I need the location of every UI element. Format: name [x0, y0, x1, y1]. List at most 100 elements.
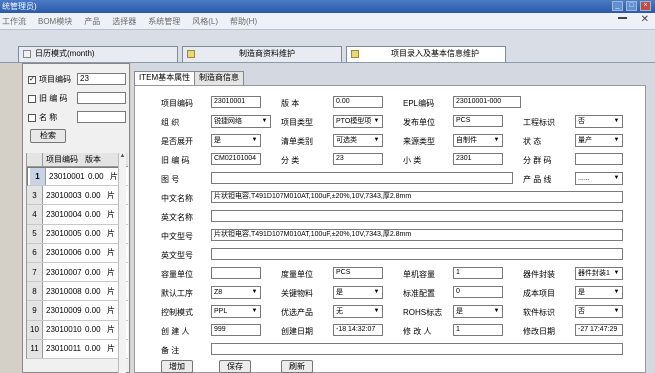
- tab-manufacturer[interactable]: 制造商资料维护: [182, 46, 342, 62]
- menu-product[interactable]: 产品: [84, 16, 100, 27]
- table-row[interactable]: 9 23010009 0.00 片: [27, 301, 128, 321]
- grid-header: 项目编码 版本: [27, 153, 128, 167]
- old-code-checkbox[interactable]: [28, 94, 36, 103]
- list-label: 清单类别: [281, 137, 313, 146]
- split-code-label: 分 群 码: [523, 156, 552, 165]
- grid-header-version[interactable]: 版本: [83, 154, 107, 165]
- grid-cell-extra: 片: [107, 229, 115, 239]
- scroll-up-icon[interactable]: ▲: [119, 153, 126, 159]
- code-checkbox[interactable]: ✓: [28, 75, 36, 84]
- control-mode-select[interactable]: PPL ▼: [211, 305, 261, 318]
- table-row[interactable]: 1 23010001 0.00 片: [27, 167, 121, 187]
- small-class-field[interactable]: 2301: [453, 153, 503, 165]
- tab-manufacturer-info[interactable]: 制造商信息: [194, 71, 244, 85]
- table-row[interactable]: 11 23010011 0.00 片: [27, 339, 128, 359]
- mdi-minimize-icon[interactable]: [618, 17, 627, 23]
- save-button[interactable]: 保存: [219, 360, 251, 373]
- name-checkbox[interactable]: [28, 113, 36, 122]
- cn-name-field[interactable]: 片状钽电容,T491D107M010AT,100uF,±20%,10V,7343…: [211, 191, 623, 203]
- menu-system[interactable]: 系统管理: [148, 16, 180, 27]
- version-field[interactable]: 0.00: [333, 96, 383, 108]
- split-code-field[interactable]: [575, 153, 623, 165]
- minimize-button[interactable]: _: [612, 1, 623, 11]
- cap-unit-field[interactable]: [211, 267, 261, 279]
- package-label: 器件封装: [523, 270, 555, 279]
- grid-row-number: 11: [27, 339, 43, 358]
- code-filter-row: ✓ 项目编码: [28, 73, 71, 86]
- group-select[interactable]: 锐捷网络 ▼: [211, 115, 271, 128]
- preferred-select[interactable]: 无 ▼: [333, 305, 383, 318]
- package-select[interactable]: 器件封装1 ▼: [575, 267, 623, 280]
- menu-workflow[interactable]: 工作流: [2, 16, 26, 27]
- process-select[interactable]: Z8 ▼: [211, 286, 261, 299]
- tab-item-attributes[interactable]: ITEM基本属性: [134, 71, 196, 85]
- single-cap-label: 单机容量: [403, 270, 435, 279]
- name-filter-row: 名 称: [28, 111, 57, 124]
- grid-cell-extra: 片: [107, 286, 115, 296]
- add-button[interactable]: 增加: [161, 360, 193, 373]
- grid-header-code[interactable]: 项目编码: [43, 154, 83, 165]
- cn-model-field[interactable]: 片状钽电容,T491D107M010AT,100uF,±20%,10V,7343…: [211, 229, 623, 241]
- grid-scrollbar[interactable]: ▲: [118, 153, 126, 373]
- std-config-field[interactable]: 0: [453, 286, 503, 298]
- table-row[interactable]: 6 23010006 0.00 片: [27, 243, 128, 263]
- calendar-icon: [23, 49, 31, 58]
- dropdown-arrow-icon: ▼: [251, 308, 258, 314]
- mark-select[interactable]: 否 ▼: [575, 115, 623, 128]
- mdi-close-icon[interactable]: ✕: [641, 14, 649, 25]
- cost-item-select[interactable]: 是 ▼: [575, 286, 623, 299]
- code-field[interactable]: 23010001: [211, 96, 261, 108]
- table-row[interactable]: 10 23010010 0.00 片: [27, 320, 128, 340]
- create-date-field[interactable]: -18 14:32:07: [333, 324, 383, 336]
- measure-field[interactable]: PCS: [333, 267, 383, 279]
- old-code-label: 旧 编 码: [161, 156, 190, 165]
- name-filter-input[interactable]: [77, 111, 126, 123]
- key-material-select[interactable]: 是 ▼: [333, 286, 383, 299]
- product-line-select[interactable]: ...... ▼: [575, 172, 623, 185]
- rohs-select[interactable]: 是 ▼: [453, 305, 503, 318]
- refresh-button[interactable]: 刷新: [281, 360, 313, 373]
- unit-field[interactable]: PCS: [453, 115, 503, 127]
- old-code-filter-input[interactable]: [77, 92, 126, 104]
- expand-select[interactable]: 是 ▼: [211, 134, 261, 147]
- modify-date-field[interactable]: -27 17:47:29: [575, 324, 623, 336]
- creator-field[interactable]: 999: [211, 324, 261, 336]
- menu-bom[interactable]: BOM模块: [38, 16, 72, 27]
- software-select[interactable]: 否 ▼: [575, 305, 623, 318]
- title-bar: 统管理员) _ □ ×: [0, 0, 655, 13]
- menu-style[interactable]: 风格(L): [192, 16, 218, 27]
- table-row[interactable]: 5 23010005 0.00 片: [27, 224, 128, 244]
- dropdown-arrow-icon: ▼: [251, 137, 258, 143]
- grid-cell-version: 0.00: [85, 305, 101, 315]
- status-select[interactable]: 量产 ▼: [575, 134, 623, 147]
- menu-selector[interactable]: 选择器: [112, 16, 136, 27]
- tab-item-entry[interactable]: 项目录入及基本信息维护: [346, 46, 506, 62]
- creator-label: 创 建 人: [161, 327, 190, 336]
- close-button[interactable]: ×: [640, 1, 651, 11]
- dropdown-arrow-icon: ▼: [613, 270, 620, 276]
- menu-help[interactable]: 帮助(H): [230, 16, 257, 27]
- type-select[interactable]: PTO模型项 ▼: [333, 115, 383, 128]
- class-field[interactable]: 23: [333, 153, 383, 165]
- list-select[interactable]: 可选类 ▼: [333, 134, 383, 147]
- search-button[interactable]: 检索: [30, 129, 66, 143]
- table-row[interactable]: 8 23010008 0.00 片: [27, 282, 128, 302]
- tab-calendar[interactable]: 日历模式(month): [18, 46, 178, 62]
- maximize-button[interactable]: □: [626, 1, 637, 11]
- cn-model-label: 中文型号: [161, 232, 193, 241]
- drawing-field[interactable]: [211, 172, 513, 184]
- epl-field[interactable]: 23010001-000: [453, 96, 521, 108]
- old-code-field[interactable]: CM02101004: [211, 153, 261, 165]
- source-select[interactable]: 自制件 ▼: [453, 134, 503, 147]
- table-row[interactable]: 3 23010003 0.00 片: [27, 186, 128, 206]
- document-tab-bar: 日历模式(month) 制造商资料维护 项目录入及基本信息维护: [0, 30, 655, 63]
- modifier-field[interactable]: 1: [453, 324, 503, 336]
- en-model-field[interactable]: [211, 248, 623, 260]
- table-row[interactable]: 7 23010007 0.00 片: [27, 262, 128, 283]
- group-label: 组 织: [161, 118, 180, 127]
- remark-field[interactable]: [211, 343, 623, 355]
- table-row[interactable]: 4 23010004 0.00 片: [27, 205, 128, 225]
- code-filter-input[interactable]: 23: [77, 73, 126, 85]
- en-name-field[interactable]: [211, 210, 623, 222]
- single-cap-field[interactable]: 1: [453, 267, 503, 279]
